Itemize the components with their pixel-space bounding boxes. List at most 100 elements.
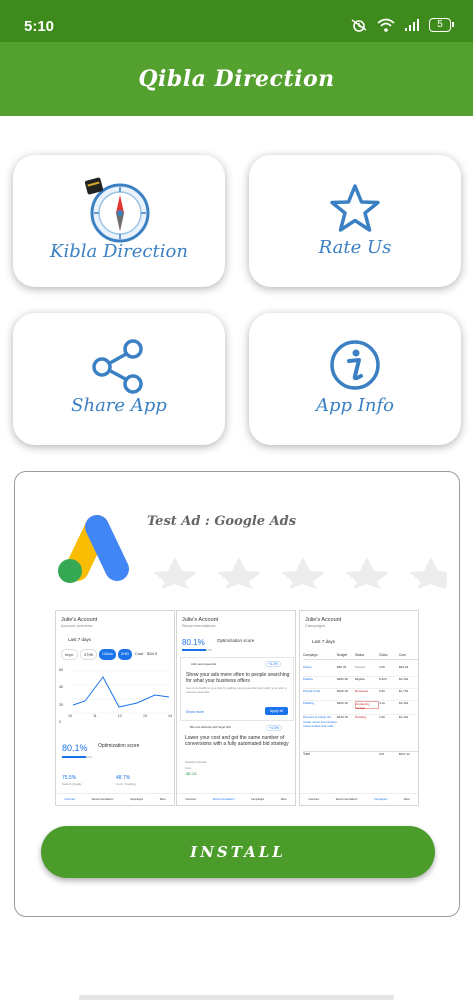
shot-account: Julie's Account (182, 617, 219, 623)
shot-subtitle: Recommendations (182, 623, 216, 628)
ad-title: Test Ad : Google Ads (147, 514, 297, 529)
card-apply-button: Apply all (264, 707, 288, 715)
app-bar: Qibla Direction (0, 42, 473, 116)
column-header: Cost (399, 653, 406, 657)
status-time: 5:10 (24, 18, 55, 35)
card-body: Get more traffic to your ads by adding n… (186, 686, 287, 694)
nav-label: Recommendations (335, 798, 358, 801)
rating-star-icon (153, 557, 197, 589)
status-icons: 5 (350, 18, 454, 32)
shot-metric: 75.5% (62, 775, 77, 781)
nav-label: Overview (64, 798, 76, 801)
table-cell: $1,304 (399, 701, 409, 705)
tile-label: Rate Us (318, 237, 392, 258)
x-tick-label: 10 (68, 714, 72, 718)
table-cell: Paused (355, 665, 366, 669)
nav-label: More (403, 798, 410, 801)
shot-score-label: Optimization score (98, 743, 140, 749)
table-row: Parvati Cutis $360.18 Removed 6.9K $1,79… (303, 689, 418, 701)
shot-subtitle: Campaigns (305, 623, 326, 628)
share-app-button[interactable]: Share App (13, 313, 225, 445)
rate-us-button[interactable]: Rate Us (249, 155, 461, 287)
google-ads-logo (58, 515, 129, 583)
table-row: Pauline $980.38 Eligible 8.22K $2,304 (303, 677, 418, 689)
table-cell: $360.18 (337, 701, 348, 705)
shot-score-value: 80.1% (182, 638, 205, 647)
tile-label: Share App (71, 395, 167, 416)
app-title: Qibla Direction (138, 66, 335, 92)
table-total-row: Total 375 $527.12 (303, 751, 418, 761)
status-bar: 5:10 5 (0, 0, 473, 42)
rating-star-icon (345, 557, 389, 589)
table-cell: Padding (303, 701, 315, 705)
shot-bottom-nav: Overview Recommendations Campaigns More (177, 793, 295, 805)
table-row: Padding $360.18 Limited by budget 4.1K $… (303, 701, 418, 715)
card-label: Add new keywords (191, 662, 217, 666)
nav-label: Campaigns (130, 798, 144, 801)
alarm-icon (351, 19, 367, 32)
shot-subtitle: Account overview (61, 623, 93, 628)
nav-label: Overview (185, 798, 197, 801)
table-cell: 2.9K (379, 715, 386, 719)
star-icon (330, 184, 380, 232)
table-cell: Limited by budget (355, 701, 379, 710)
table-cell: 375 (379, 752, 385, 756)
x-tick-label: 14 (168, 714, 172, 718)
ad-rating-stars (153, 557, 447, 589)
ad-banner[interactable]: Test Ad : Google Ads Julie's Account Acc… (14, 471, 460, 917)
kibla-direction-button[interactable]: Kibla Direction (13, 155, 225, 287)
app-info-button[interactable]: App Info (249, 313, 461, 445)
table-cell: 4.1K (379, 701, 386, 705)
x-tick-label: 13 (142, 714, 147, 718)
column-header: Clicks (379, 653, 388, 657)
battery-icon: 5 (429, 18, 454, 32)
table-cell: $1,344 (399, 715, 409, 719)
table-cell: $360.18 (337, 689, 348, 693)
column-header: Budget (337, 653, 348, 657)
table-cell: Pauline (303, 677, 314, 681)
shot-metric-label: Search Quality (62, 782, 82, 786)
shot-bottom-nav: Overview Recommendations Campaigns More (300, 793, 418, 805)
card-title: Show your ads more often to people searc… (186, 672, 290, 684)
campaign-table-header: Campaign Budget Status Clicks Cost (303, 653, 418, 660)
shot-x-ticks: 10 11 12 13 14 (68, 714, 172, 718)
info-icon (330, 340, 380, 390)
rec-card-bidding: Bid more efficiently with Target CPA +4.… (180, 724, 294, 782)
nav-label: More (159, 798, 166, 801)
table-cell: $1,794 (399, 689, 409, 693)
install-button[interactable]: INSTALL (41, 826, 435, 878)
table-cell: Eligible (355, 677, 365, 681)
gesture-nav-bar[interactable] (79, 995, 394, 1000)
shot-account: Julie's Account (61, 617, 98, 623)
nav-label: Recommendations (212, 798, 235, 801)
rating-star-icon (217, 557, 261, 589)
y-tick-label: 20 (59, 702, 63, 707)
ad-screenshot-overview: Julie's Account Account overview Last 7 … (55, 610, 175, 806)
rec-card-keywords: Add new keywords +4.2% Show your ads mor… (180, 657, 294, 721)
signal-icon (405, 19, 419, 31)
table-row: Pinnacle & Indigo lim. create music from… (303, 715, 418, 751)
card-cost-label: Cost (185, 766, 192, 770)
table-cell: 4.6K (379, 665, 386, 669)
stat-label: Cost (134, 651, 144, 656)
rating-star-icon (281, 557, 325, 589)
shot-date-range: Last 7 days (68, 637, 92, 642)
card-label: Bid more efficiently with Target CPA (190, 726, 231, 729)
table-cell: $2,304 (399, 677, 409, 681)
shot-metric-label: Conv. Tracking (116, 782, 136, 786)
table-cell: 8.22K (379, 677, 387, 681)
nav-label: Recommendations (91, 798, 114, 801)
table-cell: Parker (303, 665, 312, 669)
card-badge: +4.2% (264, 661, 281, 667)
y-tick-label: 60 (59, 668, 63, 672)
table-cell: $92.18 (399, 665, 409, 669)
compass-icon (84, 177, 150, 243)
table-cell: Total (303, 752, 310, 756)
shot-score-value: 80.1% (62, 743, 88, 753)
table-cell: Parvati Cutis (303, 689, 321, 693)
stat-value: 2HD (117, 649, 132, 660)
ad-screenshot-campaigns: Julie's Account Campaigns Last 7 days Ca… (299, 610, 419, 806)
table-cell: $80.78 (337, 665, 347, 669)
card-meta: Weekly estimate (185, 760, 207, 764)
shot-bottom-nav: Overview Recommendations Campaigns More (56, 793, 174, 805)
